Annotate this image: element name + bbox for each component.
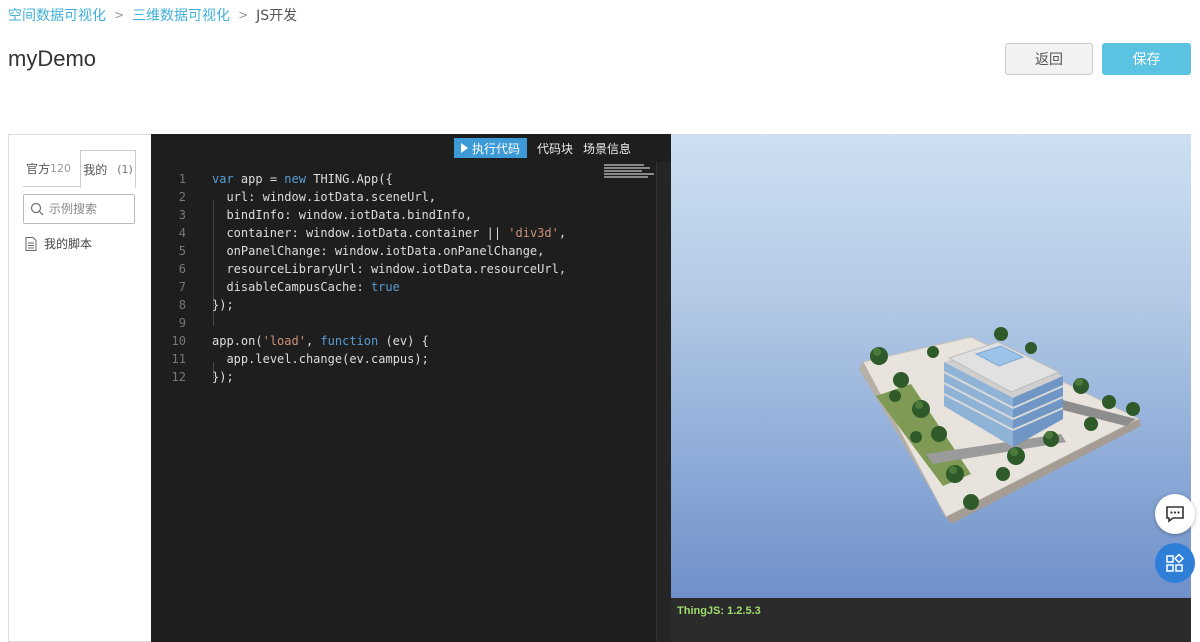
code-text: bindInfo: window.iotData.bindInfo,	[226, 208, 473, 222]
tab-mine-count: (1)	[117, 162, 133, 176]
code-line[interactable]: 1 var app = new THING.App({	[151, 170, 656, 188]
code-text: });	[212, 370, 234, 384]
line-number: 12	[171, 370, 186, 384]
line-number: 10	[171, 334, 186, 348]
file-icon	[25, 236, 37, 251]
scene-info-button[interactable]: 场景信息	[583, 140, 631, 157]
editor-toolbar: 执行代码 代码块 场景信息	[151, 134, 671, 162]
code-text: onPanelChange: window.iotData.onPanelCha…	[226, 244, 545, 258]
search-icon	[30, 202, 44, 216]
code-text: disableCampusCache: true	[226, 280, 400, 294]
back-button[interactable]: 返回	[1005, 43, 1093, 75]
breadcrumb-item-spatial[interactable]: 空间数据可视化	[8, 5, 106, 25]
code-line[interactable]: 3 bindInfo: window.iotData.bindInfo,	[151, 206, 656, 224]
scene-viewport[interactable]	[671, 134, 1191, 598]
tab-official[interactable]: 官方 120	[26, 150, 82, 187]
code-text: });	[212, 298, 234, 312]
line-number: 9	[178, 316, 186, 330]
example-search-input[interactable]	[49, 202, 129, 216]
code-line[interactable]: 2 url: window.iotData.sceneUrl,	[151, 188, 656, 206]
chevron-right-icon: >	[114, 8, 125, 22]
code-snippets-button[interactable]: 代码块	[537, 140, 573, 157]
chevron-right-icon: >	[238, 8, 249, 22]
tab-official-label: 官方	[26, 162, 51, 176]
play-icon	[460, 143, 468, 153]
line-number: 7	[178, 280, 186, 294]
run-code-label: 执行代码	[471, 141, 520, 156]
version-label: ThingJS: 1.2.5.3	[677, 605, 761, 617]
example-search[interactable]	[23, 194, 135, 224]
chat-icon	[1166, 506, 1184, 523]
list-item-script[interactable]: 我的脚本	[25, 235, 92, 252]
viewport-status-bar: ThingJS: 1.2.5.3	[671, 598, 1191, 642]
apps-grid-icon	[1166, 553, 1185, 572]
tab-official-count: 120	[50, 162, 72, 175]
line-number: 8	[178, 298, 186, 312]
tab-mine-label: 我的	[83, 162, 108, 177]
code-line[interactable]: 10 app.on('load', function (ev) {	[151, 332, 656, 350]
code-line[interactable]: 8});	[151, 296, 656, 314]
code-editor[interactable]: 执行代码 代码块 场景信息 1 var app = new THING.App({…	[151, 134, 671, 642]
code-line[interactable]: 5 onPanelChange: window.iotData.onPanelC…	[151, 242, 656, 260]
code-text: container: window.iotData.container || '…	[226, 226, 567, 240]
line-number: 6	[178, 262, 186, 276]
line-number: 5	[178, 244, 186, 258]
examples-panel: 官方 120 我的 (1) 我的脚本	[8, 134, 151, 642]
code-text: app.on('load', function (ev) {	[212, 334, 429, 348]
line-number: 2	[178, 190, 186, 204]
line-number: 1	[178, 172, 186, 186]
breadcrumb-current: JS开发	[256, 8, 298, 24]
code-line[interactable]: 9	[151, 314, 656, 332]
code-line[interactable]: 12});	[151, 368, 656, 386]
apps-button[interactable]	[1155, 543, 1195, 583]
tab-mine[interactable]: 我的 (1)	[80, 150, 136, 188]
line-number: 4	[178, 226, 186, 240]
breadcrumb: 空间数据可视化 > 三维数据可视化 > JS开发	[8, 5, 297, 25]
code-text: app.level.change(ev.campus);	[226, 352, 429, 366]
save-button[interactable]: 保存	[1102, 43, 1191, 75]
code-area[interactable]: 1 var app = new THING.App({ 2 url: window.…	[151, 164, 656, 642]
feedback-button[interactable]	[1155, 494, 1195, 534]
code-text: resourceLibraryUrl: window.iotData.resou…	[226, 262, 567, 276]
line-number: 11	[171, 352, 186, 366]
code-line[interactable]: 6 resourceLibraryUrl: window.iotData.res…	[151, 260, 656, 278]
breadcrumb-item-3d[interactable]: 三维数据可视化	[132, 5, 230, 25]
script-label: 我的脚本	[44, 237, 93, 251]
code-text: url: window.iotData.sceneUrl,	[226, 190, 437, 204]
page-title: myDemo	[8, 46, 97, 71]
line-number: 3	[178, 208, 186, 222]
campus-3d-scene	[859, 327, 1141, 524]
code-line[interactable]: 7 disableCampusCache: true	[151, 278, 656, 296]
run-code-button[interactable]: 执行代码	[453, 138, 527, 158]
code-line[interactable]: 11 app.level.change(ev.campus);	[151, 350, 656, 368]
editor-scrollbar[interactable]	[656, 162, 671, 642]
examples-tabs: 官方 120 我的 (1)	[23, 150, 136, 188]
code-text: var app = new THING.App({	[212, 172, 393, 186]
code-line[interactable]: 4 container: window.iotData.container ||…	[151, 224, 656, 242]
